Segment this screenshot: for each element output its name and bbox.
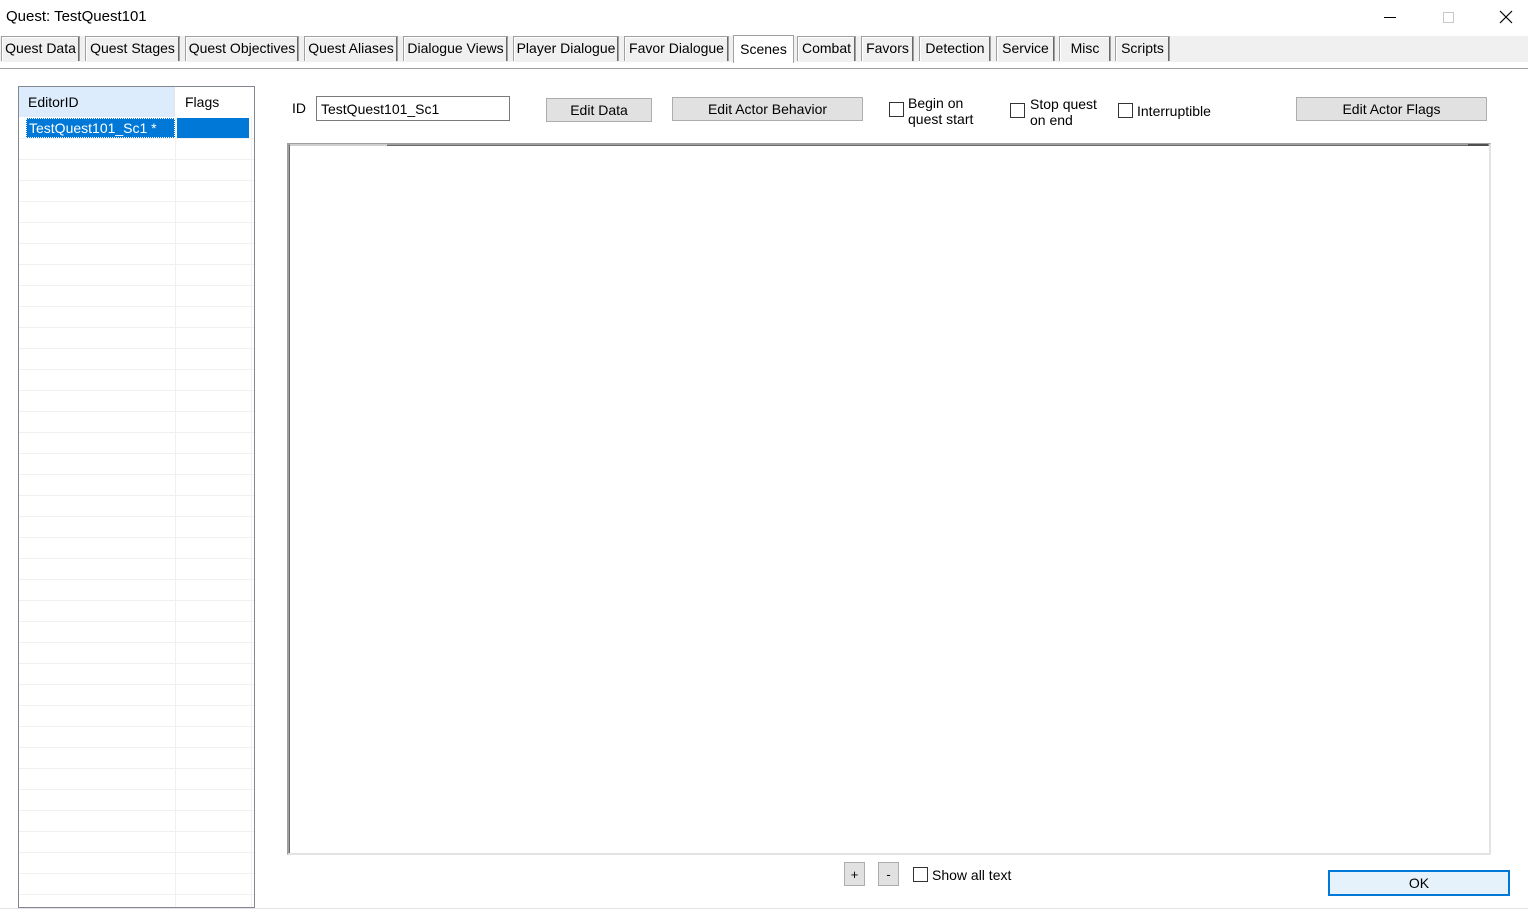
- tab-service[interactable]: Service: [996, 36, 1055, 61]
- maximize-icon: [1442, 11, 1454, 23]
- window-title: Quest: TestQuest101: [6, 8, 147, 25]
- empty-row: [19, 307, 254, 328]
- tab-quest-data[interactable]: Quest Data: [1, 36, 80, 61]
- empty-row: [19, 622, 254, 643]
- tab-misc[interactable]: Misc: [1059, 36, 1111, 61]
- empty-row: [19, 874, 254, 895]
- label-line: Stop quest: [1030, 96, 1097, 112]
- stop-quest-on-end-label: Stop quest on end: [1030, 96, 1097, 128]
- empty-row: [19, 832, 254, 853]
- label-line: on end: [1030, 112, 1073, 128]
- tab-detection[interactable]: Detection: [919, 36, 991, 61]
- begin-on-quest-start-label: Begin on quest start: [908, 95, 973, 127]
- empty-row: [19, 160, 254, 181]
- empty-row: [19, 643, 254, 664]
- empty-row: [19, 328, 254, 349]
- zoom-in-button[interactable]: +: [844, 862, 865, 886]
- empty-row: [19, 790, 254, 811]
- column-header-flags[interactable]: Flags: [176, 87, 254, 117]
- minimize-button[interactable]: [1362, 0, 1418, 34]
- empty-row: [19, 349, 254, 370]
- tab-quest-aliases[interactable]: Quest Aliases: [304, 36, 398, 61]
- maximize-button: [1420, 0, 1476, 34]
- id-label: ID: [292, 100, 306, 116]
- title-bar: Quest: TestQuest101: [0, 0, 1528, 34]
- edit-data-button[interactable]: Edit Data: [546, 98, 652, 122]
- scene-canvas[interactable]: [287, 143, 1491, 855]
- begin-on-quest-start-checkbox[interactable]: [889, 102, 904, 117]
- empty-row: [19, 706, 254, 727]
- tab-player-dialogue[interactable]: Player Dialogue: [513, 36, 619, 61]
- interruptible-checkbox[interactable]: [1118, 103, 1133, 118]
- interruptible-label: Interruptible: [1137, 103, 1211, 119]
- tab-strip: Quest Data Quest Stages Quest Objectives…: [0, 35, 1528, 63]
- empty-row: [19, 538, 254, 559]
- canvas-scroll-mark: [290, 144, 387, 146]
- empty-row: [19, 685, 254, 706]
- scene-id-input[interactable]: [316, 96, 510, 121]
- label-line: quest start: [908, 111, 974, 127]
- empty-row: [19, 811, 254, 832]
- empty-row: [19, 664, 254, 685]
- scene-editorid-cell: TestQuest101_Sc1 *: [26, 118, 175, 138]
- tab-scenes[interactable]: Scenes: [733, 35, 794, 63]
- show-all-text-label: Show all text: [932, 867, 1012, 883]
- ok-button[interactable]: OK: [1328, 870, 1510, 896]
- empty-row: [19, 580, 254, 601]
- zoom-out-button[interactable]: -: [878, 862, 899, 886]
- edit-actor-flags-button[interactable]: Edit Actor Flags: [1296, 97, 1487, 121]
- empty-row: [19, 223, 254, 244]
- edit-actor-behavior-button[interactable]: Edit Actor Behavior: [672, 97, 863, 121]
- scene-list[interactable]: EditorID Flags TestQuest101_Sc1 *: [18, 86, 255, 908]
- empty-row: [19, 727, 254, 748]
- tab-dialogue-views[interactable]: Dialogue Views: [403, 36, 508, 61]
- column-header-editorid[interactable]: EditorID: [19, 87, 175, 117]
- stop-quest-on-end-checkbox[interactable]: [1010, 103, 1025, 118]
- empty-row: [19, 517, 254, 538]
- empty-row: [19, 853, 254, 874]
- empty-row: [19, 370, 254, 391]
- close-icon: [1499, 10, 1513, 24]
- empty-row: [19, 601, 254, 622]
- empty-row: [19, 412, 254, 433]
- empty-row: [19, 769, 254, 790]
- empty-row: [19, 475, 254, 496]
- scene-flags-cell: [177, 118, 249, 138]
- tab-favor-dialogue[interactable]: Favor Dialogue: [624, 36, 729, 61]
- empty-row: [19, 181, 254, 202]
- scene-list-header: EditorID Flags: [19, 87, 254, 117]
- empty-row: [19, 265, 254, 286]
- quest-editor-window: Quest: TestQuest101 Quest Data Quest Sta…: [0, 0, 1528, 916]
- empty-row: [19, 433, 254, 454]
- empty-row: [19, 244, 254, 265]
- label-line: Begin on: [908, 95, 964, 111]
- empty-row: [19, 496, 254, 517]
- empty-row: [19, 559, 254, 580]
- empty-row: [19, 286, 254, 307]
- minimize-icon: [1384, 16, 1396, 18]
- empty-row: [19, 139, 254, 160]
- bottom-divider: [0, 908, 1528, 909]
- tab-combat[interactable]: Combat: [797, 36, 856, 61]
- canvas-scroll-mark: [1468, 144, 1488, 146]
- tab-quest-objectives[interactable]: Quest Objectives: [185, 36, 299, 61]
- empty-row: [19, 202, 254, 223]
- show-all-text-checkbox[interactable]: [913, 867, 928, 882]
- scene-list-row[interactable]: TestQuest101_Sc1 *: [19, 118, 254, 139]
- tab-favors[interactable]: Favors: [861, 36, 914, 61]
- tab-quest-stages[interactable]: Quest Stages: [85, 36, 180, 61]
- tab-scripts[interactable]: Scripts: [1115, 36, 1170, 61]
- empty-row: [19, 748, 254, 769]
- empty-row: [19, 454, 254, 475]
- empty-row: [19, 391, 254, 412]
- tab-divider: [0, 68, 1528, 69]
- close-button[interactable]: [1478, 0, 1528, 34]
